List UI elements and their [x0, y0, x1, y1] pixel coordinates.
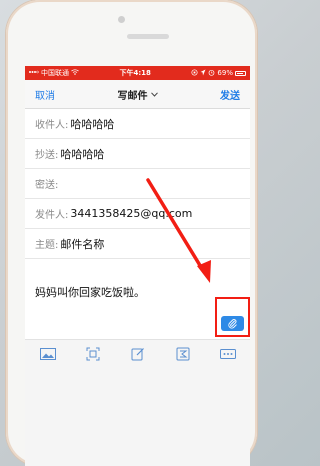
annotation-arrow: [146, 178, 211, 283]
phone-frame: 中国联通 下午4:18 69% 取消 写邮件 发送 收件人: 哈哈哈哈 抄送: …: [6, 0, 257, 466]
